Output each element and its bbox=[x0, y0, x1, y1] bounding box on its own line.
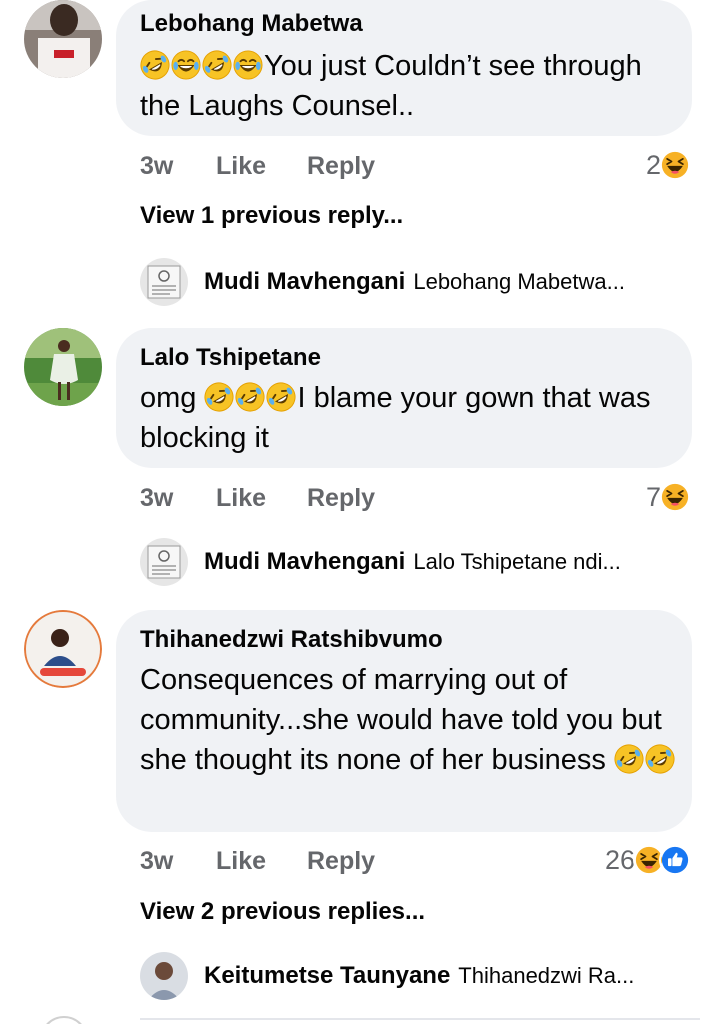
reply-author[interactable]: Keitumetse Taunyane bbox=[204, 962, 450, 990]
like-button[interactable]: Like bbox=[216, 484, 266, 513]
reply-preview[interactable]: Mudi Mavhengani Lalo Tshipetane ndi... bbox=[140, 538, 621, 586]
avatar[interactable] bbox=[24, 610, 102, 688]
like-button[interactable]: Like bbox=[216, 152, 266, 181]
reaction-summary[interactable]: 7 bbox=[646, 480, 691, 514]
comment-text: Consequences of marrying out of communit… bbox=[140, 660, 680, 780]
reply-snippet: Lalo Tshipetane ndi... bbox=[413, 549, 621, 574]
reply-button[interactable]: Reply bbox=[307, 152, 375, 181]
like-button[interactable]: Like bbox=[216, 847, 266, 876]
reply-snippet: Thihanedzwi Ra... bbox=[458, 963, 635, 988]
haha-reaction-icon bbox=[659, 149, 691, 181]
like-reaction-icon bbox=[659, 844, 691, 876]
avatar[interactable] bbox=[24, 328, 102, 406]
rofl-emoji-icon bbox=[204, 382, 234, 412]
reply-preview[interactable]: Mudi Mavhengani Lebohang Mabetwa... bbox=[140, 258, 625, 306]
comment-bubble: Lalo Tshipetane omg I blame your gown th… bbox=[116, 328, 692, 468]
next-comment-bubble-edge bbox=[140, 1018, 700, 1024]
joy-emoji-icon bbox=[171, 50, 201, 80]
avatar[interactable] bbox=[140, 952, 188, 1000]
comment-text: omg I blame your gown that was blocking … bbox=[140, 378, 680, 458]
avatar[interactable] bbox=[40, 1016, 88, 1024]
reply-author[interactable]: Mudi Mavhengani bbox=[204, 268, 405, 296]
reaction-count: 26 bbox=[604, 844, 635, 875]
comment-bubble: Lebohang Mabetwa You just Couldn’t see t… bbox=[116, 0, 692, 136]
reaction-summary[interactable]: 2 bbox=[646, 148, 691, 182]
rofl-emoji-icon bbox=[266, 382, 296, 412]
rofl-emoji-icon bbox=[645, 744, 675, 774]
reply-author[interactable]: Mudi Mavhengani bbox=[204, 548, 405, 576]
comment-timestamp[interactable]: 3w bbox=[140, 484, 173, 513]
joy-emoji-icon bbox=[233, 50, 263, 80]
rofl-emoji-icon bbox=[140, 50, 170, 80]
reply-button[interactable]: Reply bbox=[307, 484, 375, 513]
rofl-emoji-icon bbox=[235, 382, 265, 412]
avatar[interactable] bbox=[140, 538, 188, 586]
comment-bubble: Thihanedzwi Ratshibvumo Consequences of … bbox=[116, 610, 692, 832]
reply-snippet: Lebohang Mabetwa... bbox=[413, 269, 625, 294]
comment-author[interactable]: Lebohang Mabetwa bbox=[140, 10, 363, 38]
comment-timestamp[interactable]: 3w bbox=[140, 152, 173, 181]
reply-preview[interactable]: Keitumetse Taunyane Thihanedzwi Ra... bbox=[140, 952, 634, 1000]
comment-text: You just Couldn’t see through the Laughs… bbox=[140, 46, 680, 126]
rofl-emoji-icon bbox=[202, 50, 232, 80]
comment-author[interactable]: Thihanedzwi Ratshibvumo bbox=[140, 626, 443, 654]
avatar[interactable] bbox=[140, 258, 188, 306]
comment-author[interactable]: Lalo Tshipetane bbox=[140, 344, 321, 372]
comment-body: Consequences of marrying out of communit… bbox=[140, 664, 662, 776]
comment-body-prefix: omg bbox=[140, 382, 197, 414]
reaction-summary[interactable]: 26 bbox=[605, 843, 691, 877]
view-previous-replies-link[interactable]: View 1 previous reply... bbox=[140, 202, 403, 230]
reply-button[interactable]: Reply bbox=[307, 847, 375, 876]
comment-timestamp[interactable]: 3w bbox=[140, 847, 173, 876]
avatar[interactable] bbox=[24, 0, 102, 78]
rofl-emoji-icon bbox=[614, 744, 644, 774]
view-previous-replies-link[interactable]: View 2 previous replies... bbox=[140, 898, 425, 926]
haha-reaction-icon bbox=[659, 481, 691, 513]
